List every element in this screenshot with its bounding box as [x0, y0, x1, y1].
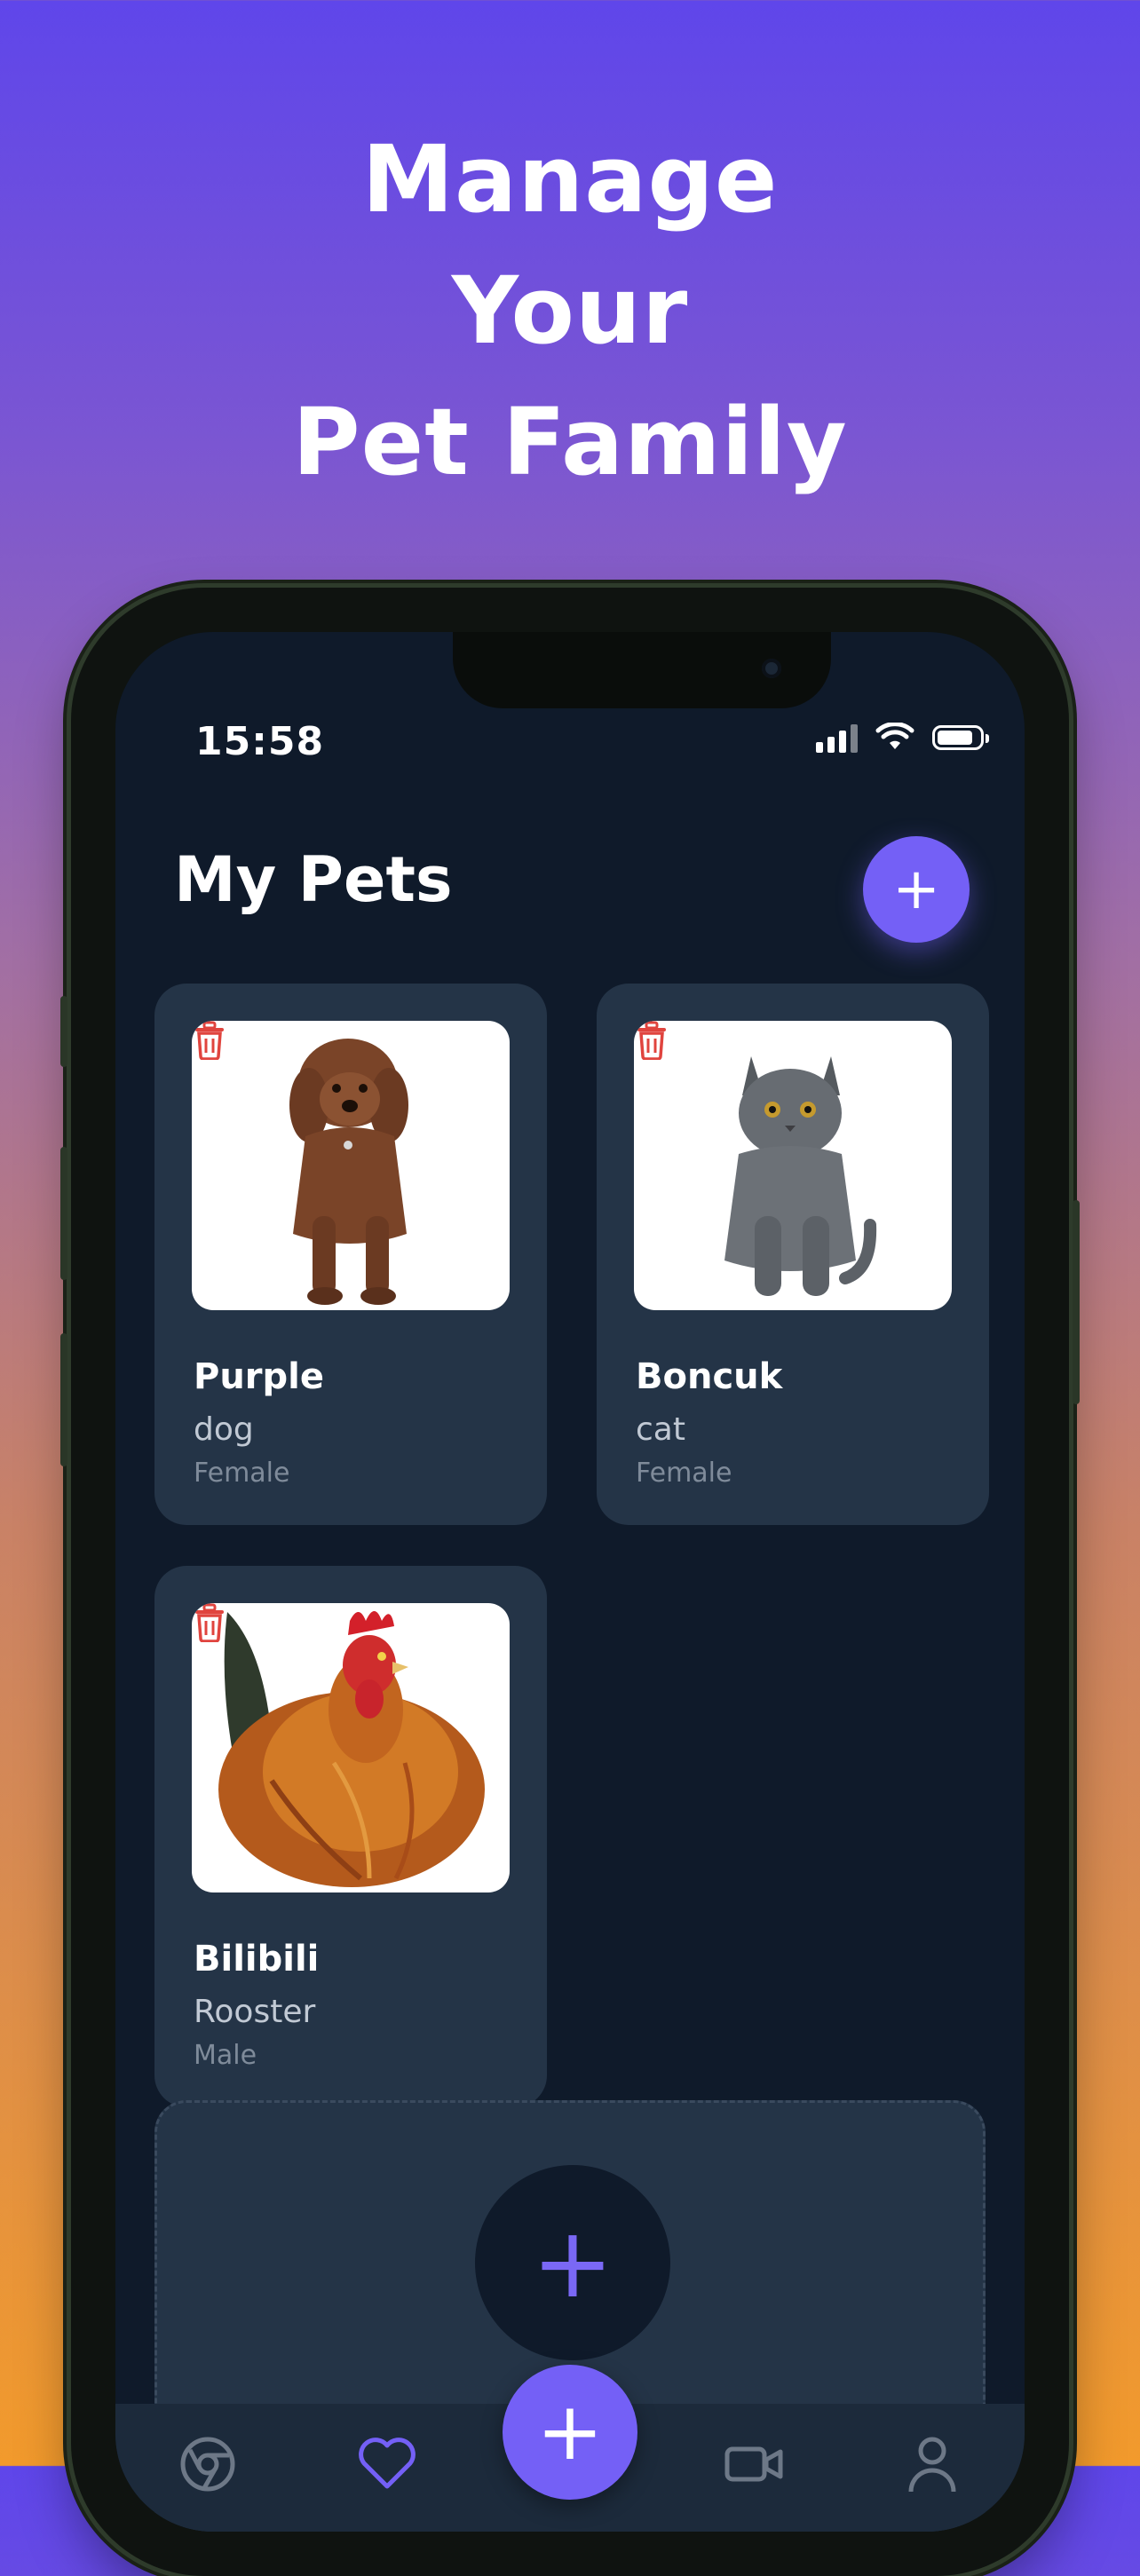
pet-card-bilibili[interactable]: Bilibili Rooster Male	[154, 1566, 547, 2107]
heart-icon	[359, 2438, 416, 2489]
dog-illustration	[289, 1039, 408, 1305]
center-add-button[interactable]: +	[503, 2365, 637, 2500]
promo-line-3: Pet Family	[292, 388, 848, 496]
pet-card-boncuk[interactable]: Boncuk cat Female	[597, 984, 989, 1525]
notch	[453, 632, 831, 708]
person-icon	[908, 2437, 956, 2493]
battery-icon	[932, 725, 989, 750]
cat-illustration	[724, 1056, 877, 1296]
rooster-illustration	[218, 1611, 485, 1887]
page-title: My Pets	[174, 843, 453, 916]
phone-screen: 15:58 My Pets + Purple dog Female Boncuk…	[115, 632, 1025, 2532]
side-button-volume-up	[60, 1147, 67, 1280]
front-camera	[762, 659, 781, 678]
status-icons	[816, 723, 989, 753]
pet-gender: Female	[636, 1458, 732, 1489]
side-button-power	[1073, 1200, 1080, 1404]
pet-name: Boncuk	[636, 1356, 783, 1397]
pet-name: Purple	[194, 1356, 324, 1397]
pet-species: Rooster	[194, 1994, 316, 2030]
pet-card-purple[interactable]: Purple dog Female	[154, 984, 547, 1525]
pet-species: cat	[636, 1411, 685, 1448]
add-pet-button[interactable]: +	[863, 836, 970, 943]
tab-pets[interactable]	[352, 2429, 423, 2500]
tab-browser[interactable]	[172, 2429, 243, 2500]
promo-headline: Manage Your Pet Family	[0, 114, 1140, 508]
delete-icon[interactable]	[634, 1021, 669, 1060]
delete-icon[interactable]	[192, 1603, 227, 1642]
add-pet-plus-button[interactable]: +	[475, 2165, 670, 2360]
tab-profile[interactable]	[897, 2429, 968, 2500]
status-time: 15:58	[195, 719, 325, 764]
pet-species: dog	[194, 1411, 254, 1448]
pet-photo-cat	[634, 1021, 952, 1310]
video-icon	[724, 2446, 783, 2482]
chrome-icon	[180, 2437, 235, 2492]
pet-photo-dog	[192, 1021, 510, 1310]
pet-name: Bilibili	[194, 1939, 320, 1979]
pet-gender: Male	[194, 2040, 257, 2071]
side-button-mute	[60, 996, 67, 1067]
promo-line-2: Your	[451, 257, 689, 365]
delete-icon[interactable]	[192, 1021, 227, 1060]
wifi-icon	[875, 723, 914, 749]
phone-frame: 15:58 My Pets + Purple dog Female Boncuk…	[60, 588, 1080, 2576]
pet-photo-rooster	[192, 1603, 510, 1892]
pet-gender: Female	[194, 1458, 290, 1489]
tab-video[interactable]	[719, 2429, 790, 2500]
side-button-volume-down	[60, 1333, 67, 1466]
promo-line-1: Manage	[361, 125, 779, 233]
cellular-signal-icon	[816, 723, 858, 753]
